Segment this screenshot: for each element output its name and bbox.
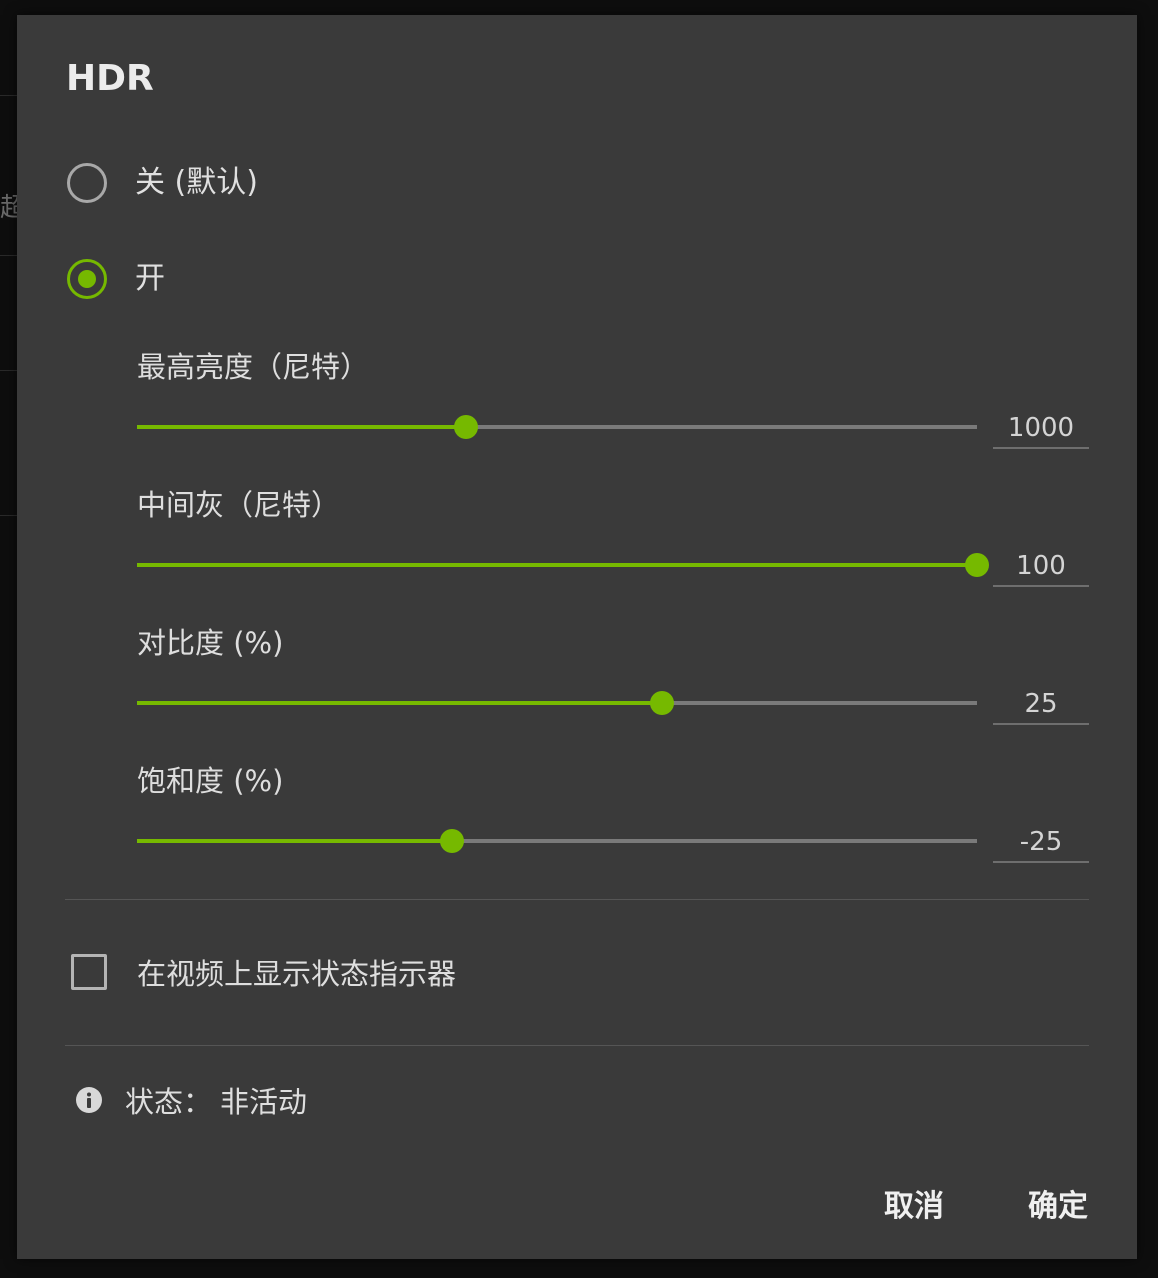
dialog-title: HDR <box>66 58 154 99</box>
saturation-label: 饱和度 (%) <box>137 764 284 798</box>
slider-fill <box>137 563 977 567</box>
status-value: 非活动 <box>220 1085 308 1119</box>
saturation-slider[interactable] <box>137 826 977 856</box>
status-label: 状态： <box>125 1085 213 1119</box>
saturation-value-field[interactable]: -25 <box>993 823 1089 863</box>
contrast-slider[interactable] <box>137 688 977 718</box>
peak-brightness-label: 最高亮度（尼特） <box>137 350 370 384</box>
hdr-dialog: HDR 关 (默认) 开 最高亮度（尼特） 1000 中间灰（尼特） 100 对… <box>17 15 1137 1259</box>
background-divider <box>0 95 18 96</box>
contrast-value-field[interactable]: 25 <box>993 685 1089 725</box>
divider <box>65 899 1089 900</box>
checkbox-label: 在视频上显示状态指示器 <box>137 957 457 991</box>
slider-fill <box>137 425 467 429</box>
radio-button[interactable] <box>67 163 107 203</box>
background-divider <box>0 370 18 371</box>
slider-fill <box>137 701 662 705</box>
checkbox[interactable] <box>71 954 107 990</box>
ok-button[interactable]: 确定 <box>1028 1185 1088 1229</box>
radio-option-off[interactable]: 关 (默认) <box>67 161 258 205</box>
peak-brightness-slider[interactable] <box>137 412 977 442</box>
radio-label: 关 (默认) <box>135 165 258 200</box>
radio-button[interactable] <box>67 259 107 299</box>
slider-thumb[interactable] <box>454 415 479 439</box>
peak-brightness-value-field[interactable]: 1000 <box>993 409 1089 449</box>
mid-gray-label: 中间灰（尼特） <box>137 488 341 522</box>
radio-option-on[interactable]: 开 <box>67 257 165 301</box>
status-row: 状态： 非活动 <box>75 1080 307 1120</box>
background-text: 超分 <box>0 193 18 223</box>
slider-thumb[interactable] <box>650 691 674 715</box>
background-divider <box>0 255 18 256</box>
cancel-button[interactable]: 取消 <box>884 1185 944 1229</box>
slider-thumb[interactable] <box>440 829 464 853</box>
slider-fill <box>137 839 452 843</box>
mid-gray-value-field[interactable]: 100 <box>993 547 1089 587</box>
contrast-label: 对比度 (%) <box>137 626 284 660</box>
background-divider <box>0 515 18 516</box>
mid-gray-slider[interactable] <box>137 550 989 580</box>
info-icon <box>76 1087 102 1113</box>
status-indicator-option[interactable]: 在视频上显示状态指示器 <box>71 952 456 992</box>
slider-thumb[interactable] <box>965 553 989 577</box>
radio-label: 开 <box>135 261 165 296</box>
divider <box>65 1045 1089 1046</box>
